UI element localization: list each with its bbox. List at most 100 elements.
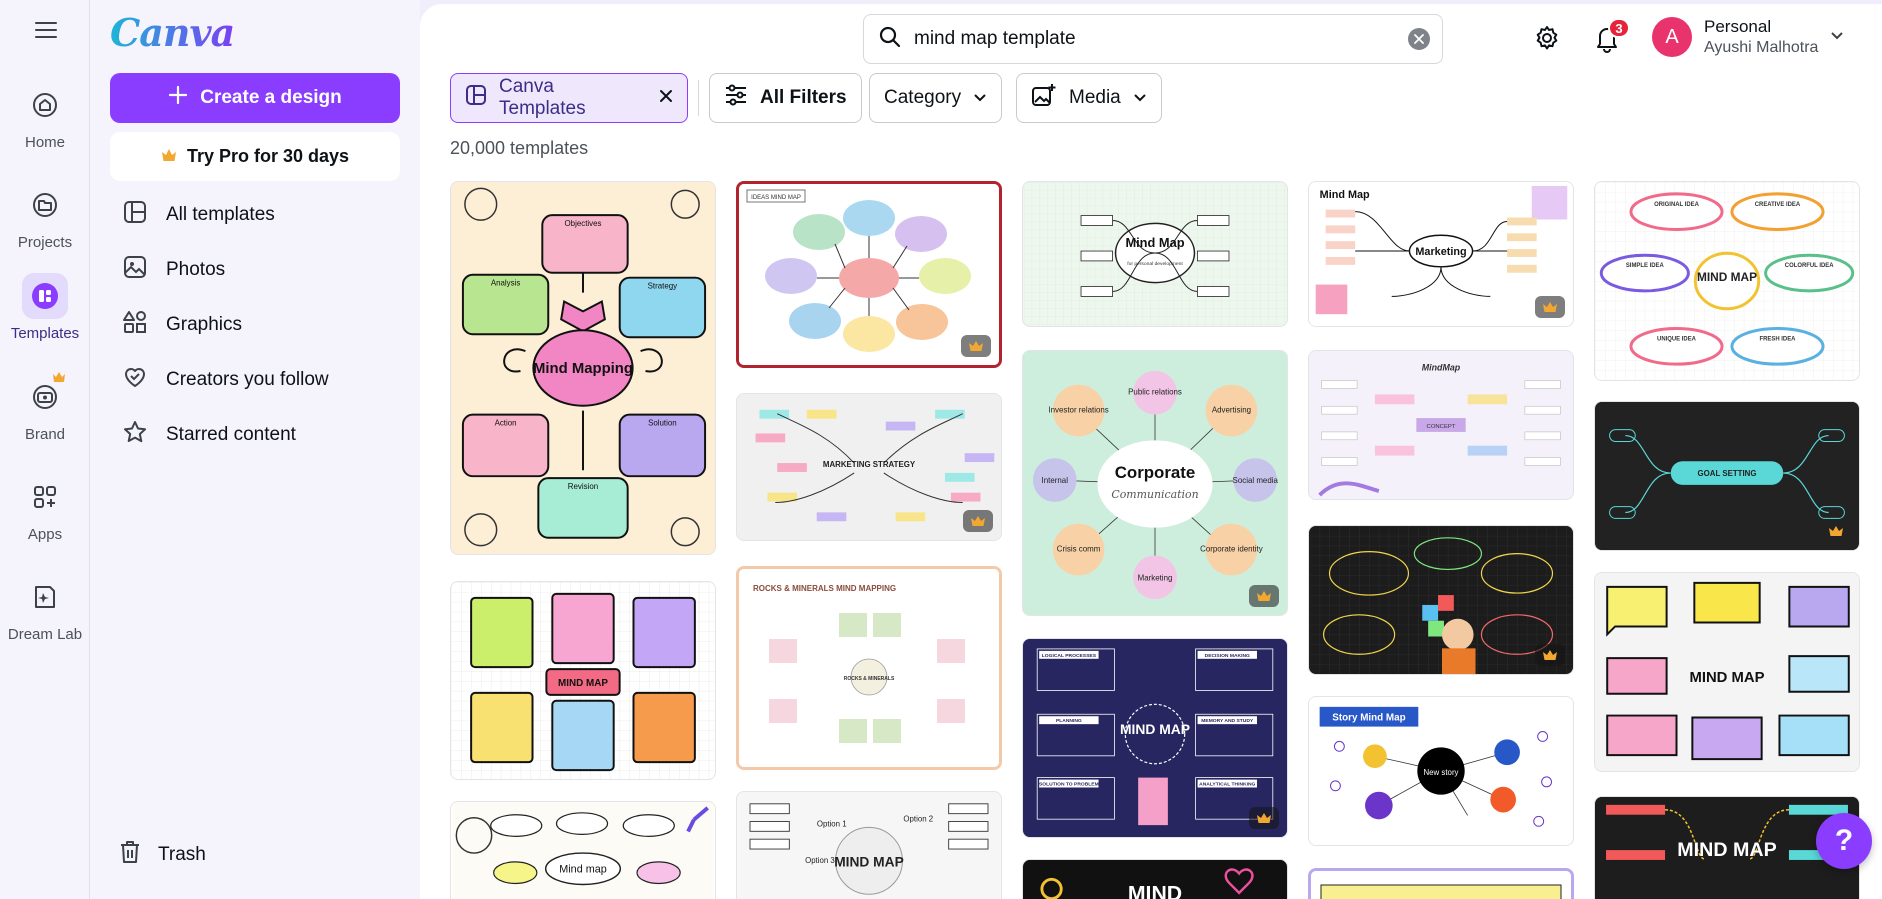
svg-text:for personal development: for personal development bbox=[1127, 261, 1183, 267]
clear-search-icon[interactable] bbox=[1408, 28, 1430, 50]
template-thumbnail: Mind Map for personal development bbox=[1023, 182, 1287, 326]
sidebar-item-creators[interactable]: Creators you follow bbox=[122, 360, 329, 400]
template-card[interactable]: GOAL SETTING bbox=[1594, 401, 1860, 551]
svg-text:Corporate: Corporate bbox=[1115, 463, 1196, 482]
template-thumbnail: MIND MAP ORIGINAL IDEA CREATIVE IDEA SIM… bbox=[1595, 182, 1859, 380]
template-card[interactable]: Objectives Analysis Strategy Action Solu… bbox=[450, 181, 716, 555]
template-card[interactable]: MIND bbox=[1022, 859, 1288, 899]
svg-text:Analysis: Analysis bbox=[491, 279, 521, 288]
template-thumbnail: IDEAS MIND MAP bbox=[739, 184, 999, 365]
svg-text:COLORFUL IDEA: COLORFUL IDEA bbox=[1785, 263, 1834, 269]
template-card[interactable]: IDEAS MIND MAP bbox=[736, 181, 1002, 368]
sidebar-item-starred[interactable]: Starred content bbox=[122, 415, 296, 455]
svg-text:MIND MAP: MIND MAP bbox=[1689, 670, 1764, 686]
svg-text:Advertising: Advertising bbox=[1212, 406, 1251, 415]
template-thumbnail: Mind map bbox=[452, 802, 714, 899]
svg-text:Marketing: Marketing bbox=[1138, 573, 1173, 582]
rail-item-projects[interactable]: Projects bbox=[0, 182, 90, 251]
svg-text:SIMPLE IDEA: SIMPLE IDEA bbox=[1626, 263, 1665, 269]
svg-text:Corporate identity: Corporate identity bbox=[1200, 544, 1263, 553]
svg-text:LOGICAL PROCESSES: LOGICAL PROCESSES bbox=[1042, 653, 1097, 659]
all-filters-button[interactable]: All Filters bbox=[709, 73, 862, 123]
template-card[interactable] bbox=[1308, 868, 1574, 899]
sidebar-item-label: Photos bbox=[166, 259, 226, 280]
gear-icon[interactable] bbox=[1533, 24, 1561, 57]
rail-item-brand[interactable]: Brand bbox=[0, 372, 90, 443]
premium-crown-icon bbox=[961, 335, 991, 357]
template-card[interactable]: Mind Map for personal development bbox=[1022, 181, 1288, 327]
rail-item-apps[interactable]: Apps bbox=[0, 474, 90, 543]
crown-icon bbox=[52, 370, 66, 388]
template-card[interactable]: Mind map bbox=[450, 801, 716, 899]
folder-icon bbox=[22, 182, 68, 228]
template-card[interactable]: Story Mind Map New story bbox=[1308, 696, 1574, 846]
sidebar-item-trash[interactable]: Trash bbox=[118, 839, 206, 871]
menu-icon[interactable] bbox=[30, 14, 62, 46]
svg-text:MIND MAP: MIND MAP bbox=[558, 678, 608, 689]
account-type: Personal bbox=[1704, 17, 1772, 36]
template-card[interactable]: MindMap CONCEPT bbox=[1308, 350, 1574, 500]
svg-text:ORIGINAL IDEA: ORIGINAL IDEA bbox=[1654, 202, 1699, 208]
svg-text:Mind Map: Mind Map bbox=[1320, 189, 1370, 201]
help-button[interactable]: ? bbox=[1816, 813, 1872, 869]
close-icon[interactable] bbox=[659, 87, 673, 109]
template-card[interactable] bbox=[1308, 525, 1574, 675]
template-card[interactable]: MIND MAP bbox=[1594, 572, 1860, 772]
canva-templates-chip[interactable]: Canva Templates bbox=[450, 73, 688, 123]
rail-item-home[interactable]: Home bbox=[0, 82, 90, 151]
main-content: 3 A Personal Ayushi Malhotra Canva Templ… bbox=[420, 4, 1882, 899]
svg-text:ROCKS & MINERALS MIND MAPPING: ROCKS & MINERALS MIND MAPPING bbox=[753, 584, 896, 593]
svg-text:Revision: Revision bbox=[568, 482, 598, 491]
sidebar-item-all-templates[interactable]: All templates bbox=[122, 195, 275, 235]
premium-crown-icon bbox=[1535, 296, 1565, 318]
svg-text:Objectives: Objectives bbox=[565, 219, 602, 228]
template-thumbnail bbox=[1309, 526, 1573, 674]
template-thumbnail: MARKETING STRATEGY bbox=[737, 394, 1001, 540]
apps-icon bbox=[22, 474, 68, 520]
svg-text:New story: New story bbox=[1423, 768, 1458, 777]
premium-crown-icon bbox=[1249, 585, 1279, 607]
svg-text:DECISION MAKING: DECISION MAKING bbox=[1205, 653, 1250, 659]
rail-label-brand: Brand bbox=[24, 426, 66, 443]
sidebar-item-label: Creators you follow bbox=[166, 369, 329, 390]
account-switcher[interactable]: A Personal Ayushi Malhotra bbox=[1652, 16, 1844, 58]
sidebar-item-graphics[interactable]: Graphics bbox=[122, 305, 242, 345]
template-card[interactable]: LOGICAL PROCESSES DECISION MAKING PLANNI… bbox=[1022, 638, 1288, 838]
svg-text:MARKETING STRATEGY: MARKETING STRATEGY bbox=[823, 460, 916, 469]
media-dropdown[interactable]: Media bbox=[1016, 73, 1162, 123]
template-card[interactable]: MIND MAP ORIGINAL IDEA CREATIVE IDEA SIM… bbox=[1594, 181, 1860, 381]
search-bar[interactable] bbox=[863, 14, 1443, 64]
create-design-button[interactable]: Create a design bbox=[110, 73, 400, 123]
chevron-down-icon bbox=[1830, 28, 1844, 46]
home-icon bbox=[22, 82, 68, 128]
svg-text:PLANNING: PLANNING bbox=[1056, 718, 1082, 724]
sidebar-item-photos[interactable]: Photos bbox=[122, 250, 225, 290]
template-thumbnail: MIND MAP Option 1 Option 2 Option 3 bbox=[738, 792, 1000, 899]
rail-label-dream-lab: Dream Lab bbox=[7, 626, 83, 643]
premium-crown-icon bbox=[963, 510, 993, 532]
search-input[interactable] bbox=[914, 28, 1396, 50]
template-card[interactable]: ROCKS & MINERALS MIND MAPPING ROCKS & MI… bbox=[736, 566, 1002, 770]
create-design-label: Create a design bbox=[200, 87, 342, 108]
template-thumbnail: LOGICAL PROCESSES DECISION MAKING PLANNI… bbox=[1023, 639, 1287, 837]
svg-text:MIND MAP: MIND MAP bbox=[1120, 721, 1190, 737]
svg-text:SOLUTION TO PROBLEM: SOLUTION TO PROBLEM bbox=[1039, 782, 1099, 788]
template-card[interactable]: MIND MAP bbox=[450, 581, 716, 780]
template-card[interactable]: MARKETING STRATEGY bbox=[736, 393, 1002, 541]
photos-icon bbox=[122, 254, 148, 286]
rail-item-dream-lab[interactable]: Dream Lab bbox=[0, 574, 90, 643]
template-card[interactable]: Mind Map Marketing bbox=[1308, 181, 1574, 327]
template-thumbnail bbox=[1311, 871, 1571, 899]
media-label: Media bbox=[1069, 87, 1121, 108]
template-card[interactable]: Corporate Communication Public relations… bbox=[1022, 350, 1288, 616]
canva-logo[interactable]: Canva bbox=[110, 10, 235, 55]
svg-text:MIND MAP: MIND MAP bbox=[1697, 270, 1757, 284]
template-card[interactable]: MIND MAP Option 1 Option 2 Option 3 bbox=[736, 791, 1002, 899]
category-dropdown[interactable]: Category bbox=[869, 73, 1003, 123]
try-pro-button[interactable]: Try Pro for 30 days bbox=[110, 132, 400, 181]
svg-text:IDEAS MIND MAP: IDEAS MIND MAP bbox=[751, 195, 801, 201]
template-thumbnail: MIND bbox=[1026, 860, 1284, 899]
template-thumbnail: GOAL SETTING bbox=[1595, 402, 1859, 550]
rail-item-templates[interactable]: Templates bbox=[0, 273, 90, 342]
svg-text:Social media: Social media bbox=[1233, 476, 1279, 485]
